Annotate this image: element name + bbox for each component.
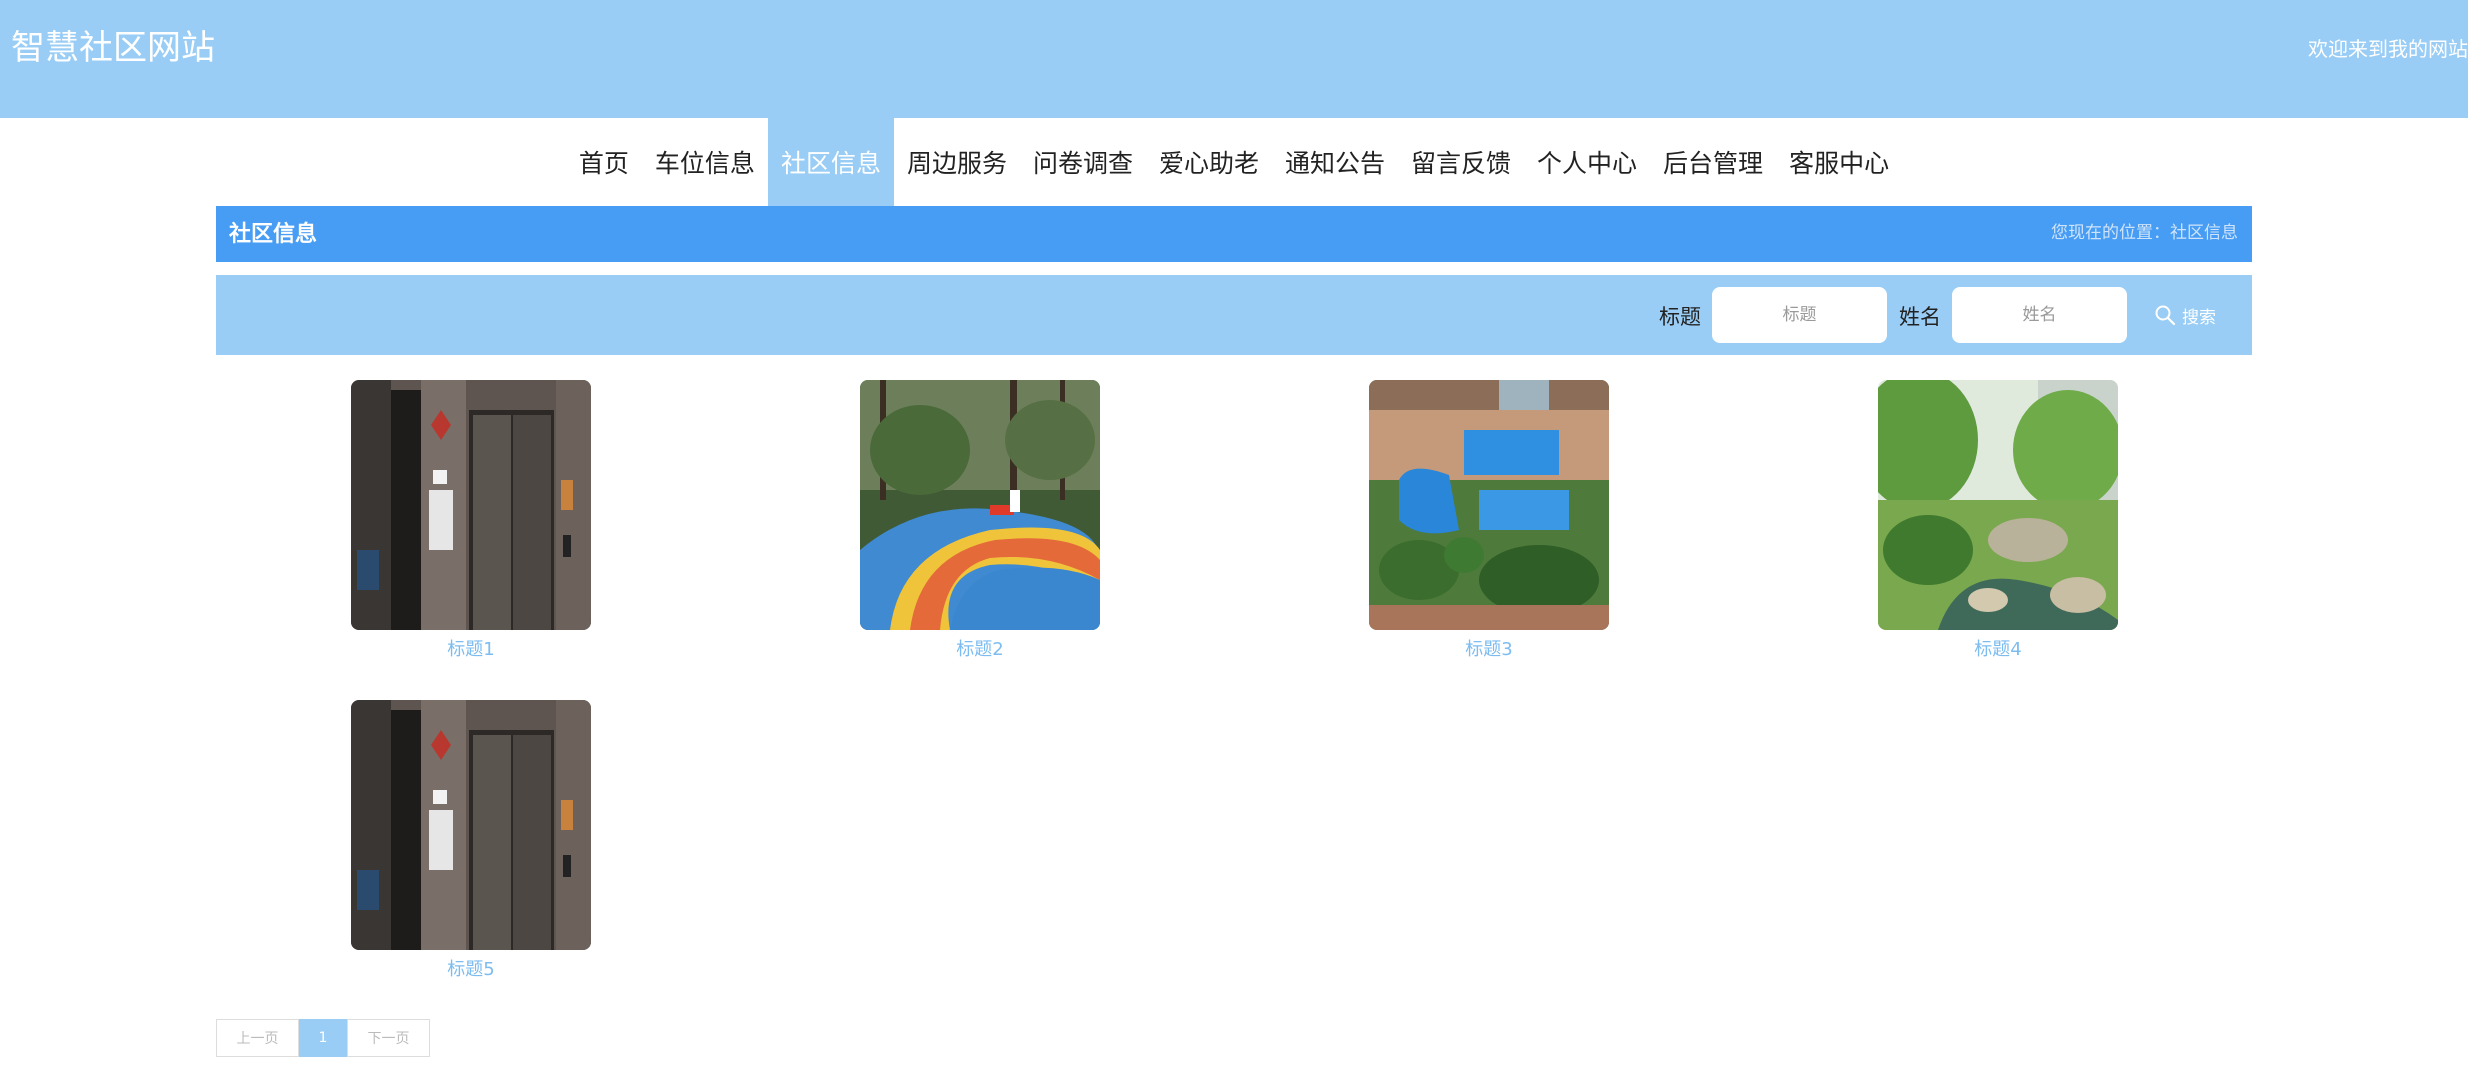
next-page-button[interactable]: 下一页 xyxy=(347,1019,430,1057)
breadcrumb: 您现在的位置：社区信息 xyxy=(2051,223,2238,243)
welcome-text: 欢迎来到我的网站 xyxy=(2308,37,2468,61)
search-button[interactable]: 搜索 xyxy=(2154,295,2216,335)
title-filter-label: 标题 xyxy=(1659,305,1701,329)
nav-item-parking[interactable]: 车位信息 xyxy=(642,118,768,206)
search-button-label: 搜索 xyxy=(2182,307,2216,328)
section-header: 社区信息 您现在的位置：社区信息 xyxy=(216,206,2252,262)
nav-item-notices[interactable]: 通知公告 xyxy=(1272,118,1398,206)
playground-image[interactable] xyxy=(860,380,1100,630)
page-number-button[interactable]: 1 xyxy=(299,1019,347,1057)
nav-item-admin[interactable]: 后台管理 xyxy=(1650,118,1776,206)
nav-item-elderly-care[interactable]: 爱心助老 xyxy=(1146,118,1272,206)
community-card[interactable]: 标题1 xyxy=(351,380,591,662)
card-title[interactable]: 标题3 xyxy=(1369,638,1609,662)
garden-pond-image[interactable] xyxy=(1878,380,2118,630)
nav-item-feedback[interactable]: 留言反馈 xyxy=(1398,118,1524,206)
section-title: 社区信息 xyxy=(229,222,318,247)
name-filter-label: 姓名 xyxy=(1899,305,1941,329)
top-header: 智慧社区网站 欢迎来到我的网站 xyxy=(0,0,2468,118)
pagination: 上一页 1 下一页 xyxy=(216,1019,430,1057)
search-icon xyxy=(2154,304,2176,326)
community-card[interactable]: 标题3 xyxy=(1369,380,1609,662)
card-title[interactable]: 标题2 xyxy=(860,638,1100,662)
site-title[interactable]: 智慧社区网站 xyxy=(11,26,215,70)
nav-item-community[interactable]: 社区信息 xyxy=(767,118,894,206)
title-search-input[interactable] xyxy=(1712,287,1887,343)
name-search-input[interactable] xyxy=(1952,287,2127,343)
card-title[interactable]: 标题5 xyxy=(351,958,591,982)
nav-item-nearby-services[interactable]: 周边服务 xyxy=(894,118,1020,206)
card-title[interactable]: 标题1 xyxy=(351,638,591,662)
nav-item-home[interactable]: 首页 xyxy=(566,118,642,206)
community-card[interactable]: 标题4 xyxy=(1878,380,2118,662)
prev-page-button[interactable]: 上一页 xyxy=(216,1019,299,1057)
nav-item-profile[interactable]: 个人中心 xyxy=(1524,118,1650,206)
community-card[interactable]: 标题5 xyxy=(351,700,591,982)
search-bar: 标题 姓名 搜索 xyxy=(216,275,2252,355)
main-nav: 首页 车位信息 社区信息 周边服务 问卷调查 爱心助老 通知公告 留言反馈 个人… xyxy=(0,118,2468,206)
elevator-lobby-image[interactable] xyxy=(351,380,591,630)
nav-item-customer-service[interactable]: 客服中心 xyxy=(1776,118,1902,206)
community-card[interactable]: 标题2 xyxy=(860,380,1100,662)
nav-item-survey[interactable]: 问卷调查 xyxy=(1020,118,1146,206)
elevator-lobby-image[interactable] xyxy=(351,700,591,950)
swimming-pool-image[interactable] xyxy=(1369,380,1609,630)
card-title[interactable]: 标题4 xyxy=(1878,638,2118,662)
